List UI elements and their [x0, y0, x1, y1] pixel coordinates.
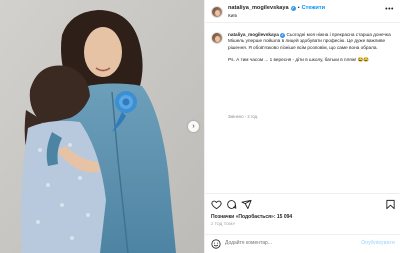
dot-separator: • — [297, 5, 300, 11]
header-user-line: nataliya_mogilevskaya ✓ • Стежити — [228, 5, 325, 11]
share-icon[interactable] — [240, 198, 252, 210]
follow-button[interactable]: Стежити — [302, 5, 325, 11]
post-details-panel: nataliya_mogilevskaya ✓ • Стежити Київ •… — [204, 0, 400, 253]
likes-count[interactable]: Позначки «Подобається»: 15 094 — [211, 214, 292, 220]
caption-username[interactable]: nataliya_mogilevskaya — [228, 32, 279, 37]
comment-icon[interactable] — [225, 198, 237, 210]
bookmark-icon[interactable] — [384, 198, 396, 210]
post-header: nataliya_mogilevskaya ✓ • Стежити Київ •… — [205, 0, 400, 23]
comment-input[interactable] — [225, 240, 365, 246]
post-photo: › — [0, 0, 204, 253]
post-time: 2 ГОД ТОМУ — [211, 222, 236, 226]
comment-bar: Опублікувати — [205, 234, 400, 253]
location-link[interactable]: Київ — [228, 13, 237, 18]
caption-meta: Змінено · 2 год. — [228, 114, 259, 119]
header-username[interactable]: nataliya_mogilevskaya — [228, 5, 289, 11]
likes-number: 15 094 — [276, 214, 293, 220]
caption-verified-icon: ✓ — [280, 32, 286, 38]
verified-icon: ✓ — [290, 5, 296, 11]
heart-icon[interactable] — [210, 198, 222, 210]
photo-illustration — [0, 0, 204, 253]
chevron-right-icon: › — [192, 123, 195, 130]
caption-text: nataliya_mogilevskaya ✓ Сьогодні моя ніж… — [228, 32, 396, 70]
carousel-next-button[interactable]: › — [188, 121, 199, 132]
publish-button[interactable]: Опублікувати — [361, 240, 395, 246]
caption-avatar[interactable] — [211, 32, 223, 44]
smile-icon[interactable] — [210, 238, 222, 250]
avatar[interactable] — [211, 6, 223, 18]
caption-paragraph-2: Рs. А тим часом ... 1 вересня - діти в ш… — [228, 57, 370, 63]
more-options-icon[interactable]: ••• — [385, 6, 394, 13]
action-bar — [205, 193, 400, 213]
likes-label: Позначки «Подобається»: — [211, 214, 276, 220]
